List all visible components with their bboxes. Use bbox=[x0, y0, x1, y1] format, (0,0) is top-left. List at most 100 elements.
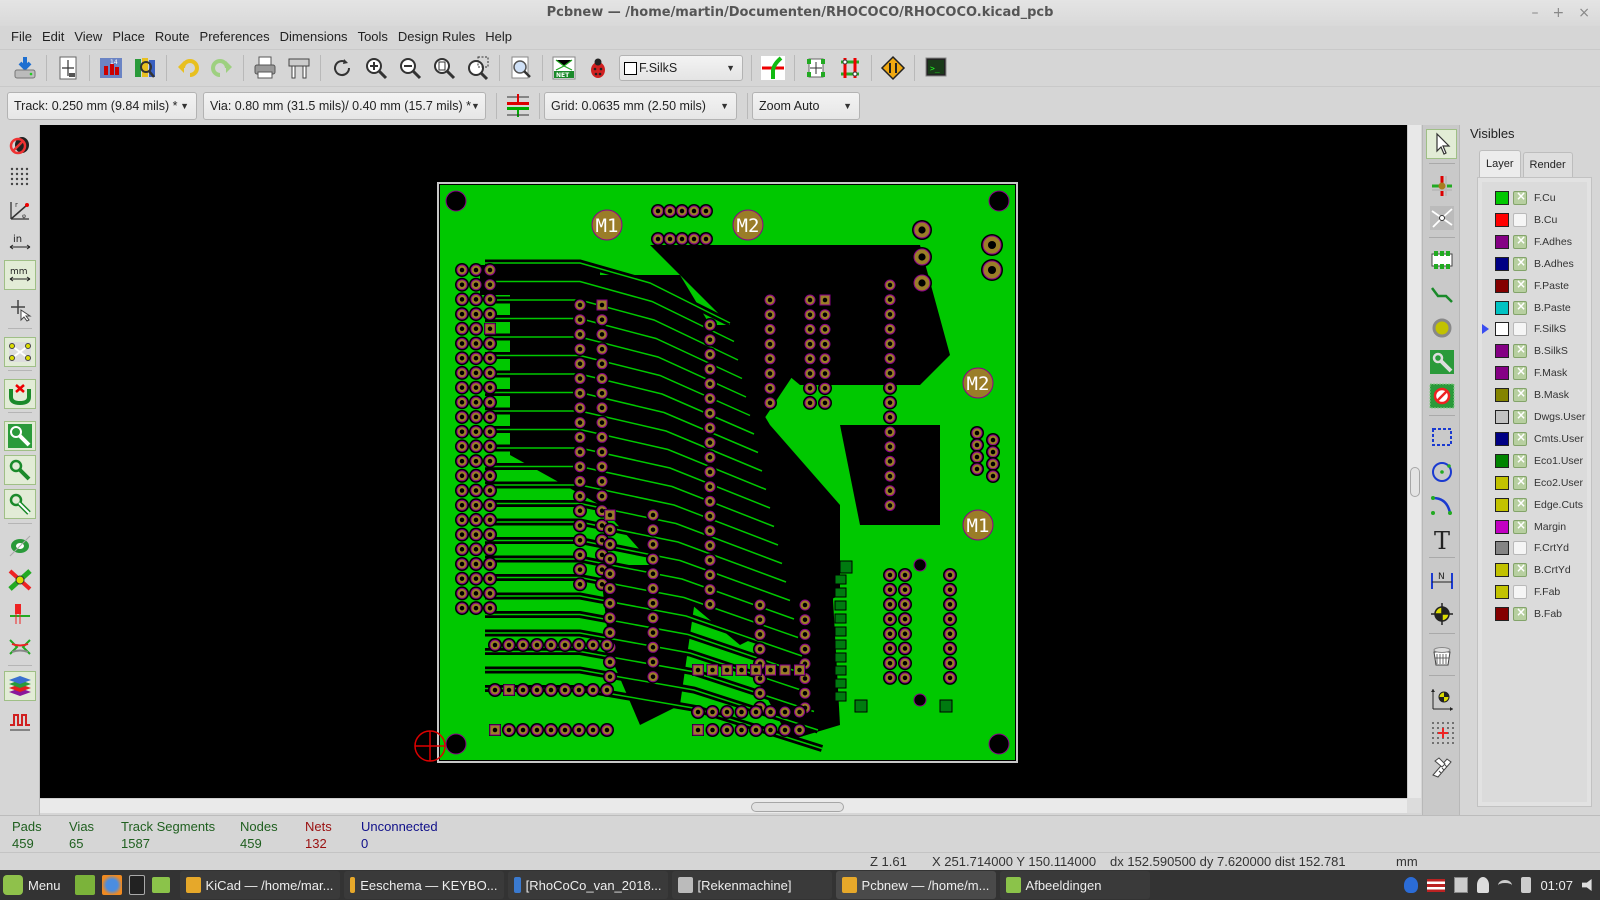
cursor-shape-toggle[interactable] bbox=[4, 295, 36, 325]
find-button[interactable] bbox=[506, 53, 536, 83]
layer-color-swatch[interactable] bbox=[1495, 278, 1509, 293]
layer-color-swatch[interactable] bbox=[1495, 191, 1509, 205]
terminal-icon[interactable] bbox=[128, 875, 145, 895]
layer-pair-button[interactable] bbox=[758, 53, 788, 83]
layer-visibility-checkbox[interactable] bbox=[1513, 364, 1527, 381]
vertical-scrollbar[interactable] bbox=[1407, 125, 1421, 798]
add-arc-tool[interactable] bbox=[1426, 490, 1457, 520]
layer-visibility-checkbox[interactable] bbox=[1513, 322, 1527, 337]
zoom-select[interactable]: Zoom Auto ▼ bbox=[752, 91, 860, 120]
layer-visibility-checkbox[interactable] bbox=[1513, 518, 1527, 534]
layer-color-swatch[interactable] bbox=[1495, 322, 1509, 337]
layer-color-swatch[interactable] bbox=[1495, 212, 1509, 227]
battery-icon[interactable] bbox=[1521, 877, 1532, 893]
add-circle-tool[interactable] bbox=[1426, 456, 1457, 486]
add-track-tool[interactable] bbox=[1426, 279, 1457, 309]
layer-color-swatch[interactable] bbox=[1495, 497, 1509, 512]
show-grid-toggle[interactable] bbox=[4, 162, 36, 192]
taskbar-window[interactable]: KiCad — /home/mar... bbox=[179, 871, 340, 899]
zoom-out-button[interactable] bbox=[395, 53, 425, 83]
layer-row[interactable]: F.Mask bbox=[1482, 363, 1589, 383]
add-line-tool[interactable] bbox=[1426, 422, 1457, 452]
layer-visibility-checkbox[interactable] bbox=[1513, 430, 1527, 446]
local-ratsnest-tool[interactable] bbox=[1426, 203, 1457, 233]
horizontal-scroll-thumb[interactable] bbox=[751, 802, 844, 812]
layer-color-swatch[interactable] bbox=[1495, 563, 1509, 578]
layer-color-swatch[interactable] bbox=[1495, 453, 1509, 468]
show-ratsnest-toggle[interactable] bbox=[4, 337, 36, 367]
layer-row[interactable]: F.Fab bbox=[1482, 582, 1589, 602]
layer-color-swatch[interactable] bbox=[1495, 585, 1509, 600]
menu-file[interactable]: File bbox=[6, 26, 37, 48]
layer-visibility-checkbox[interactable] bbox=[1513, 452, 1527, 468]
zoom-fit-button[interactable] bbox=[429, 53, 459, 83]
menu-place[interactable]: Place bbox=[107, 26, 150, 48]
layer-color-swatch[interactable] bbox=[1495, 234, 1509, 249]
select-tool[interactable] bbox=[1426, 129, 1457, 159]
taskbar-window[interactable]: Afbeeldingen bbox=[999, 871, 1150, 899]
layer-visibility-checkbox[interactable] bbox=[1513, 605, 1527, 622]
tab-render[interactable]: Render bbox=[1522, 152, 1573, 177]
taskbar-window[interactable]: Eeschema — KEYBO... bbox=[343, 871, 504, 899]
menu-route[interactable]: Route bbox=[150, 26, 195, 48]
module-ratsnest-toggle[interactable] bbox=[4, 379, 36, 409]
zone-outline-toggle[interactable] bbox=[4, 455, 36, 485]
layer-color-swatch[interactable] bbox=[1495, 256, 1509, 271]
maximize-button[interactable]: + bbox=[1553, 0, 1565, 26]
redo-button[interactable] bbox=[207, 53, 237, 83]
taskbar-window[interactable]: [Rekenmachine] bbox=[671, 871, 832, 899]
layer-visibility-checkbox[interactable] bbox=[1513, 277, 1527, 293]
units-mm-toggle[interactable]: mm bbox=[4, 260, 36, 290]
drc-button[interactable] bbox=[583, 53, 613, 83]
layer-visibility-checkbox[interactable] bbox=[1513, 189, 1527, 205]
pcb-canvas[interactable]: M1 M2 M2 M1 bbox=[40, 125, 1407, 798]
layer-color-swatch[interactable] bbox=[1495, 541, 1509, 556]
auto-track-width-button[interactable] bbox=[503, 91, 533, 121]
menu-edit[interactable]: Edit bbox=[37, 26, 69, 48]
layer-row[interactable]: Dwgs.User bbox=[1482, 407, 1589, 427]
layer-row[interactable]: B.Cu bbox=[1482, 210, 1589, 230]
zoom-in-button[interactable] bbox=[361, 53, 391, 83]
layer-visibility-checkbox[interactable] bbox=[1513, 255, 1527, 271]
tab-layer[interactable]: Layer bbox=[1479, 150, 1521, 177]
layer-color-swatch[interactable] bbox=[1495, 300, 1509, 315]
high-contrast-toggle[interactable] bbox=[4, 633, 36, 663]
layer-color-swatch[interactable] bbox=[1495, 607, 1509, 622]
drc-off-toggle[interactable] bbox=[4, 129, 36, 159]
add-zone-tool[interactable] bbox=[1426, 347, 1457, 377]
freeroute-button[interactable] bbox=[878, 53, 908, 83]
menu-dimensions[interactable]: Dimensions bbox=[275, 26, 353, 48]
layer-row[interactable]: F.Adhes bbox=[1482, 232, 1589, 252]
layers-manager-toggle[interactable] bbox=[4, 671, 36, 701]
menu-design-rules[interactable]: Design Rules bbox=[393, 26, 480, 48]
show-desktop-icon[interactable] bbox=[74, 875, 95, 895]
module-viewer-button[interactable] bbox=[130, 53, 160, 83]
save-board-button[interactable] bbox=[10, 53, 40, 83]
layer-visibility-checkbox[interactable] bbox=[1513, 474, 1527, 490]
zone-sketch-toggle[interactable] bbox=[4, 489, 36, 519]
clipboard-icon[interactable] bbox=[1454, 877, 1469, 893]
layer-color-swatch[interactable] bbox=[1495, 431, 1509, 446]
horizontal-scrollbar[interactable] bbox=[40, 798, 1407, 813]
tracks-sketch-toggle[interactable] bbox=[4, 599, 36, 629]
add-footprint-tool[interactable] bbox=[1426, 245, 1457, 275]
pads-sketch-toggle[interactable] bbox=[4, 531, 36, 561]
layer-row[interactable]: F.Paste bbox=[1482, 276, 1589, 296]
add-via-tool[interactable] bbox=[1426, 313, 1457, 343]
layer-visibility-checkbox[interactable] bbox=[1513, 585, 1527, 600]
delete-tool[interactable] bbox=[1426, 641, 1457, 671]
layer-color-swatch[interactable] bbox=[1495, 388, 1509, 403]
layer-row[interactable]: Eco1.User bbox=[1482, 451, 1589, 471]
layer-row[interactable]: B.Paste bbox=[1482, 298, 1589, 318]
polar-coords-toggle[interactable]: rφ bbox=[4, 195, 36, 225]
page-settings-button[interactable] bbox=[53, 53, 83, 83]
microwave-tools-toggle[interactable] bbox=[4, 705, 36, 735]
firefox-icon[interactable] bbox=[101, 875, 122, 895]
layer-visibility-checkbox[interactable] bbox=[1513, 408, 1527, 424]
layer-visibility-checkbox[interactable] bbox=[1513, 233, 1527, 249]
undo-button[interactable] bbox=[173, 53, 203, 83]
layer-row[interactable]: Margin bbox=[1482, 517, 1589, 537]
layer-row[interactable]: Eco2.User bbox=[1482, 473, 1589, 493]
redraw-button[interactable] bbox=[327, 53, 357, 83]
layer-row[interactable]: F.SilkS bbox=[1482, 319, 1589, 339]
